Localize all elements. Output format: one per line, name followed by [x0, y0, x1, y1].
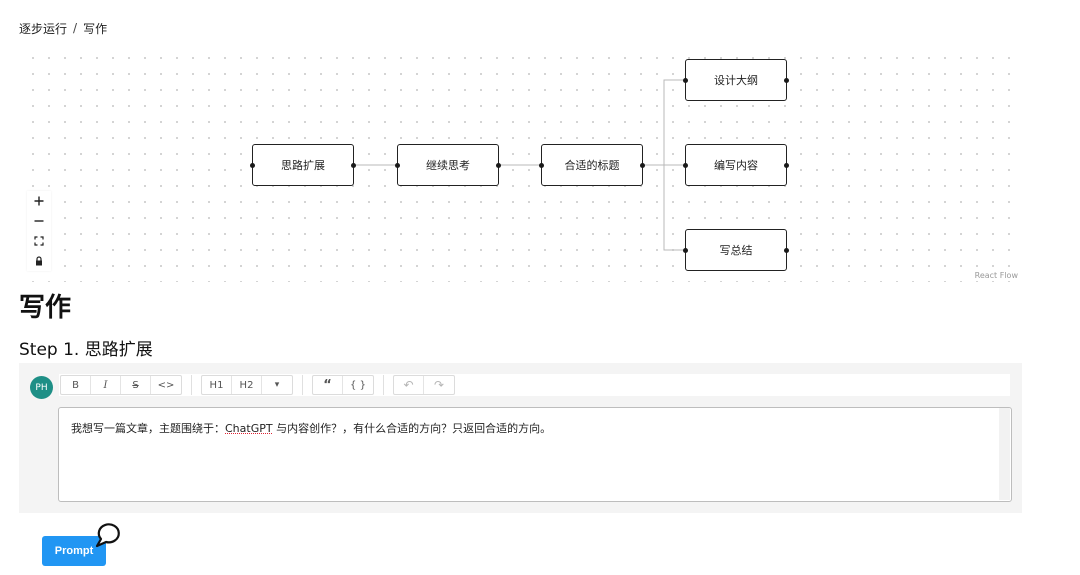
prompt-text-after: 与内容创作？，有什么合适的方向？只返回合适的方向。 [272, 422, 552, 435]
node-target-handle[interactable] [395, 162, 400, 168]
flow-node-label: 思路扩展 [281, 159, 325, 172]
editor-toolbar: B I S <> H1 H2 ▾ “ { } ↶ ↷ [59, 374, 1010, 396]
inline-code-button[interactable]: <> [151, 376, 181, 394]
minus-icon [34, 220, 44, 222]
flow-node-label: 编写内容 [714, 159, 758, 172]
node-target-handle[interactable] [683, 162, 688, 168]
more-headings-dropdown[interactable]: ▾ [262, 376, 292, 394]
breadcrumb-item-current: 写作 [83, 21, 108, 36]
node-source-handle[interactable] [784, 162, 789, 168]
step-title: Step 1. 思路扩展 [19, 340, 153, 360]
edge-n3-n6 [644, 164, 686, 251]
bold-button[interactable]: B [61, 376, 91, 394]
plus-icon [34, 196, 44, 206]
flow-node-label: 合适的标题 [564, 159, 620, 172]
flow-canvas[interactable]: 思路扩展 继续思考 合适的标题 设计大纲 编写内容 写总结 React Flow [19, 44, 1022, 282]
redo-button[interactable]: ↷ [424, 376, 454, 394]
flow-node-label: 继续思考 [426, 159, 470, 172]
heading-1-button[interactable]: H1 [202, 376, 232, 394]
heading-2-button[interactable]: H2 [232, 376, 262, 394]
flow-node-title[interactable]: 合适的标题 [539, 144, 645, 186]
flow-node-continue-thinking[interactable]: 继续思考 [395, 144, 501, 186]
heading-group: H1 H2 ▾ [201, 375, 293, 395]
editor-scrollbar[interactable] [999, 408, 1010, 500]
prompt-editor-input[interactable]: 我想写一篇文章，主题围绕于：ChatGPT 与内容创作？，有什么合适的方向？只返… [58, 407, 1012, 502]
flow-node-brainstorm[interactable]: 思路扩展 [250, 144, 356, 186]
prompt-text-keyword: ChatGPT [225, 422, 273, 435]
breadcrumb: 逐步运行 / 写作 [19, 19, 107, 37]
flow-node-label: 设计大纲 [714, 74, 758, 87]
react-flow-attribution[interactable]: React Flow [972, 271, 1020, 280]
zoom-in-button[interactable] [27, 191, 51, 211]
toolbar-divider [191, 375, 192, 395]
strikethrough-button[interactable]: S [121, 376, 151, 394]
flow-node-label: 写总结 [719, 244, 753, 257]
fit-view-button[interactable] [27, 231, 51, 251]
page-title: 写作 [19, 293, 72, 323]
lock-button[interactable] [27, 251, 51, 271]
block-group: “ { } [312, 375, 374, 395]
edge-n3-n4 [644, 79, 686, 166]
flow-controls [27, 191, 51, 271]
node-target-handle[interactable] [683, 247, 688, 253]
history-group: ↶ ↷ [393, 375, 455, 395]
node-target-handle[interactable] [683, 77, 688, 83]
node-source-handle[interactable] [351, 162, 356, 168]
node-source-handle[interactable] [784, 247, 789, 253]
flow-node-outline[interactable]: 设计大纲 [683, 59, 789, 101]
editor-panel: PH B I S <> H1 H2 ▾ “ { } ↶ ↷ 我想写一篇文章，主题… [19, 363, 1022, 513]
speech-bubble-icon [95, 523, 120, 548]
avatar: PH [30, 376, 53, 399]
breadcrumb-item-run[interactable]: 逐步运行 [19, 20, 67, 37]
format-group: B I S <> [60, 375, 182, 395]
breadcrumb-separator: / [73, 21, 78, 35]
undo-button[interactable]: ↶ [394, 376, 424, 394]
node-source-handle[interactable] [784, 77, 789, 83]
prompt-text-before: 我想写一篇文章，主题围绕于： [71, 422, 225, 435]
node-source-handle[interactable] [640, 162, 645, 168]
flow-node-summary[interactable]: 写总结 [683, 229, 789, 271]
blockquote-button[interactable]: “ [313, 376, 343, 394]
code-block-button[interactable]: { } [343, 376, 373, 394]
zoom-out-button[interactable] [27, 211, 51, 231]
node-source-handle[interactable] [496, 162, 501, 168]
fit-view-icon [34, 236, 44, 246]
toolbar-divider [302, 375, 303, 395]
italic-button[interactable]: I [91, 376, 121, 394]
node-target-handle[interactable] [539, 162, 544, 168]
toolbar-divider [383, 375, 384, 395]
node-target-handle[interactable] [250, 162, 255, 168]
flow-node-write-content[interactable]: 编写内容 [683, 144, 789, 186]
lock-icon [36, 256, 42, 266]
flow-edges [354, 79, 686, 251]
